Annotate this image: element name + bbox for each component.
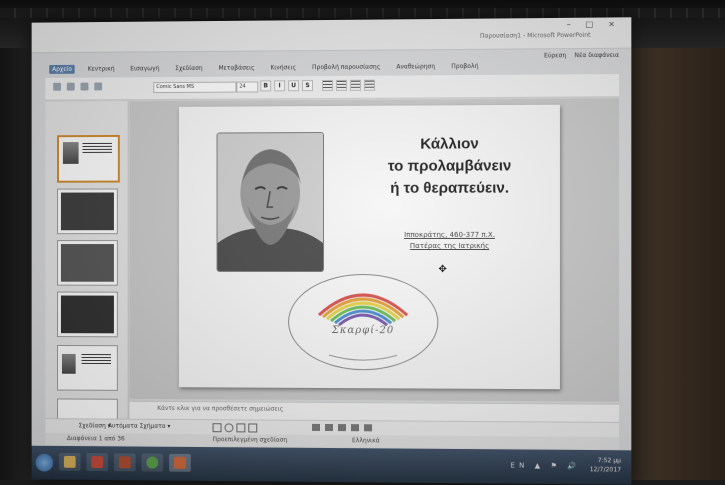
tab-slideshow[interactable]: Προβολή παρουσίασης <box>309 62 383 72</box>
align-left-icon[interactable] <box>322 79 333 92</box>
folder-icon <box>63 455 76 468</box>
save-icon[interactable] <box>53 82 61 91</box>
thumbnail-portrait <box>61 353 76 374</box>
ribbon-toolbar: Comic Sans MS 24 B I U S <box>45 74 620 101</box>
quote-line-3: ή το θεραπεύειν. <box>390 179 510 197</box>
window-title: Παρουσίαση1 - Microsoft PowerPoint <box>479 31 591 40</box>
quote-line-1: Κάλλιον <box>420 135 479 153</box>
thumbnail-text <box>82 142 112 153</box>
tab-review[interactable]: Αναθεώρηση <box>393 62 438 71</box>
language[interactable]: Ελληνικά <box>352 437 380 444</box>
slide-thumbnail-4[interactable] <box>57 291 118 338</box>
mouse-cursor-icon: ✥ <box>438 264 447 276</box>
slide-attribution[interactable]: Ιπποκράτης, 460-377 π.Χ. Πατέρας της Ιατ… <box>364 230 536 252</box>
current-slide[interactable]: Κάλλιον το προλαμβάνειν ή το θεραπεύειν.… <box>178 104 560 390</box>
chrome-icon <box>146 456 159 469</box>
logo-text: Σκαρφί-20 <box>331 325 395 337</box>
thumbnail-image <box>60 295 114 334</box>
new-slide-button[interactable]: Νέα διαφάνεια <box>574 52 619 59</box>
font-color-icon[interactable] <box>337 424 347 432</box>
clock-time: 7:52 μμ <box>597 457 622 465</box>
line-color-icon[interactable] <box>325 423 333 432</box>
align-center-icon[interactable] <box>335 79 348 91</box>
taskbar-mediaplayer[interactable] <box>86 453 109 472</box>
ellipse-icon[interactable] <box>224 423 234 433</box>
draw-menu[interactable]: Σχεδίαση ▾ <box>79 422 111 429</box>
rainbow-icon <box>289 275 437 370</box>
taskbar-chrome[interactable] <box>141 453 164 472</box>
tab-animations[interactable]: Κινήσεις <box>267 63 299 72</box>
thumbnail-text <box>81 354 111 365</box>
slide-thumbnail-1[interactable] <box>57 134 120 183</box>
alignment-group <box>322 79 376 92</box>
tab-transitions[interactable]: Μεταβάσεις <box>215 63 257 72</box>
projected-screen: Παρουσίαση1 - Microsoft PowerPoint – □ ×… <box>31 17 632 485</box>
app-icon <box>118 456 131 469</box>
undo-icon[interactable] <box>66 82 75 91</box>
room-wall-right <box>615 0 725 480</box>
italic-button[interactable]: I <box>274 80 286 92</box>
windows-taskbar: EN ▲ ⚑ 🔊 7:52 μμ 12/7/2017 <box>31 445 632 485</box>
tab-insert[interactable]: Εισαγωγή <box>127 64 162 73</box>
window-controls[interactable]: – □ × <box>567 19 621 29</box>
slide-canvas: Κάλλιον το προλαμβάνειν ή το θεραπεύειν.… <box>129 98 620 402</box>
thumbnail-portrait <box>62 142 79 164</box>
thumbnail-image <box>60 244 114 282</box>
autoshapes-menu[interactable]: Αυτόματα Σχήματα ▾ <box>108 423 170 430</box>
slide-thumbnail-5[interactable] <box>57 345 118 391</box>
hippocrates-portrait <box>216 132 325 272</box>
title-bar: Παρουσίαση1 - Microsoft PowerPoint – □ × <box>31 17 632 54</box>
taskbar-powerpoint[interactable] <box>169 453 191 472</box>
fill-color-icon[interactable] <box>312 423 321 431</box>
paste-icon[interactable] <box>80 82 89 91</box>
quick-access-icons <box>53 82 103 91</box>
theme-name: Προεπιλεγμένη σχεδίαση <box>212 436 288 444</box>
tab-design[interactable]: Σχεδίαση <box>172 63 205 72</box>
clock-date: 12/7/2017 <box>589 466 622 474</box>
portrait-drawing <box>217 133 324 271</box>
ribbon-tabs: Αρχείο Κεντρική Εισαγωγή Σχεδίαση Μεταβά… <box>49 58 609 76</box>
ribbon-quick-actions: Εύρεση Νέα διαφάνεια <box>544 52 619 60</box>
slide-count: Διαφάνεια 1 από 36 <box>66 435 125 443</box>
slide-quote[interactable]: Κάλλιον το προλαμβάνειν ή το θεραπεύειν. <box>354 133 546 200</box>
system-tray-icons[interactable]: EN ▲ ⚑ 🔊 <box>510 461 580 470</box>
slide-thumbnail-3[interactable] <box>57 240 118 286</box>
taskbar-app3[interactable] <box>113 453 136 472</box>
bold-button[interactable]: B <box>260 80 272 92</box>
text-format-group: B I U S <box>260 80 314 92</box>
align-right-icon[interactable] <box>350 79 362 91</box>
powerpoint-icon <box>174 456 186 469</box>
textbox-icon[interactable] <box>236 423 246 433</box>
find-button[interactable]: Εύρεση <box>544 52 566 59</box>
taskbar-explorer[interactable] <box>59 452 81 471</box>
shadow-icon[interactable] <box>364 424 373 432</box>
tab-home[interactable]: Κεντρική <box>85 64 118 73</box>
shape-tools <box>212 423 258 433</box>
media-player-icon <box>91 456 104 469</box>
strike-button[interactable]: S <box>302 80 314 92</box>
color-tools <box>312 423 373 432</box>
rectangle-icon[interactable] <box>212 423 222 433</box>
tab-file[interactable]: Αρχείο <box>49 64 75 74</box>
attribution-line-2: Πατέρας της Ιατρικής <box>409 241 490 250</box>
justify-icon[interactable] <box>364 79 376 91</box>
font-family-select[interactable]: Comic Sans MS <box>153 81 237 94</box>
start-button[interactable] <box>35 453 54 472</box>
slide-thumbnails-pane <box>45 101 129 429</box>
font-size-select[interactable]: 24 <box>236 81 259 93</box>
clock[interactable]: 7:52 μμ 12/7/2017 <box>590 456 621 474</box>
attribution-line-1: Ιπποκράτης, 460-377 π.Χ. <box>404 230 496 239</box>
notes-placeholder: Κάντε κλικ για να προσθέσετε σημειώσεις <box>157 404 284 413</box>
rainbow-logo: Σκαρφί-20 <box>288 273 439 371</box>
wordart-icon[interactable] <box>248 423 258 433</box>
underline-button[interactable]: U <box>288 80 300 92</box>
quote-line-2: το προλαμβάνειν <box>387 157 512 175</box>
new-slide-icon[interactable] <box>94 82 103 91</box>
slide-thumbnail-2[interactable] <box>57 188 118 235</box>
thumbnail-image <box>60 192 114 231</box>
line-style-icon[interactable] <box>351 424 360 432</box>
tab-view[interactable]: Προβολή <box>448 61 481 70</box>
